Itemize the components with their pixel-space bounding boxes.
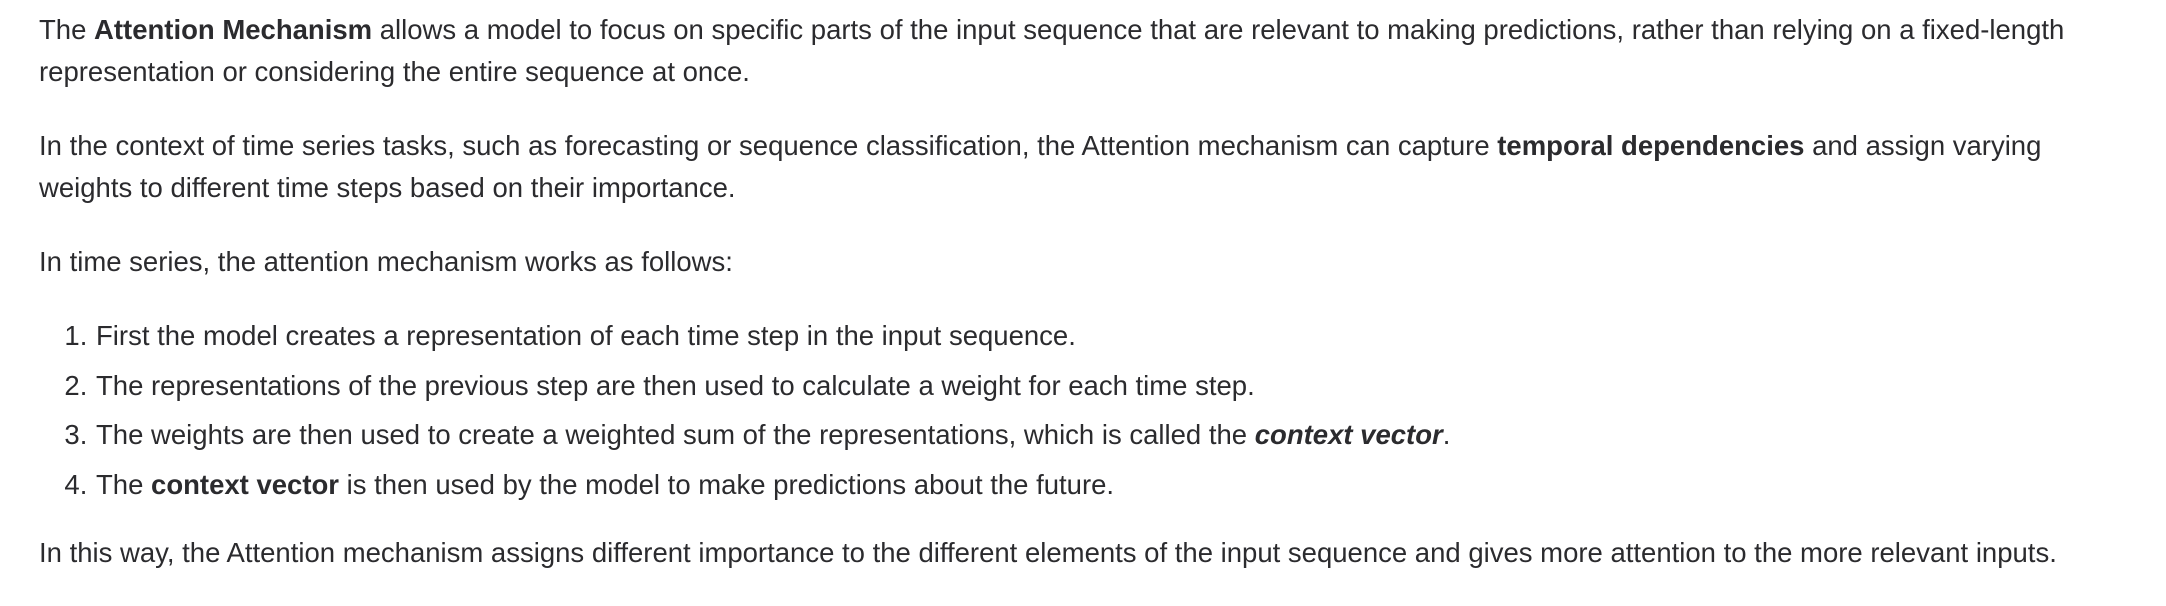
text: . bbox=[1442, 419, 1451, 450]
list-item: First the model creates a representation… bbox=[95, 315, 2129, 357]
term-context-vector: context vector bbox=[1254, 419, 1443, 450]
text: In the context of time series tasks, suc… bbox=[39, 130, 1498, 161]
time-series-paragraph: In the context of time series tasks, suc… bbox=[39, 125, 2129, 209]
text: The weights are then used to create a we… bbox=[96, 419, 1255, 450]
text: is then used by the model to make predic… bbox=[339, 468, 1115, 500]
steps-list: First the model creates a representation… bbox=[39, 315, 2129, 506]
steps-intro-paragraph: In time series, the attention mechanism … bbox=[39, 246, 733, 277]
term-context-vector: context vector bbox=[151, 468, 340, 500]
conclusion-paragraph: In this way, the Attention mechanism ass… bbox=[39, 536, 2057, 568]
text: The bbox=[39, 14, 95, 45]
list-item: The context vector is then used by the m… bbox=[95, 464, 2129, 506]
article-body: The Attention Mechanism allows a model t… bbox=[39, 9, 2129, 606]
term-temporal-dependencies: temporal dependencies bbox=[1497, 130, 1805, 161]
text: The bbox=[96, 468, 152, 500]
list-item: The representations of the previous step… bbox=[95, 365, 2129, 407]
list-item: The weights are then used to create a we… bbox=[95, 414, 2129, 456]
intro-paragraph: The Attention Mechanism allows a model t… bbox=[39, 9, 2129, 93]
term-attention-mechanism: Attention Mechanism bbox=[94, 14, 373, 45]
